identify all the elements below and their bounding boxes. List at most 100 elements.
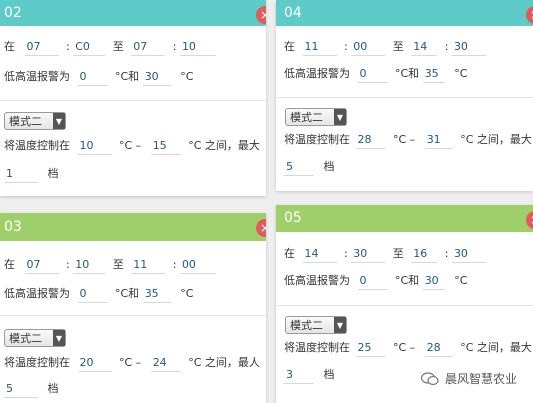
card-03: 03 × 在 07 : 10 至 11 : 00 低高温报警为 0 °C和 35… — [0, 213, 266, 403]
gear-input[interactable]: 1 — [4, 165, 38, 183]
card-title: 04 — [284, 5, 302, 21]
end-hour-input[interactable]: 14 — [411, 38, 438, 56]
alarm-row: 低高温报警为 0 °C和 30 °C — [4, 67, 266, 87]
close-icon[interactable]: × — [256, 219, 266, 237]
temp-low-input[interactable]: 28 — [355, 131, 386, 149]
card-04: 04 × 在 11 : 00 至 14 : 30 低高温报警为 0 °C和 35… — [276, 0, 533, 191]
label-colon: : — [66, 40, 70, 53]
card-header: 05 × — [276, 205, 533, 232]
start-minute-input[interactable]: C0 — [73, 38, 106, 56]
start-hour-input[interactable]: 07 — [24, 38, 59, 56]
card-title: 03 — [4, 219, 22, 235]
divider — [276, 97, 533, 98]
control-label: 将温度控制在 — [4, 139, 70, 152]
gear-unit-label: 档 — [47, 167, 59, 180]
temp-low-input[interactable]: 10 — [77, 137, 112, 155]
control-label: 将温度控制在 — [4, 356, 70, 369]
close-icon[interactable]: × — [256, 6, 266, 24]
close-icon[interactable]: × — [526, 6, 533, 24]
mode-select-value: 模式二 — [290, 319, 323, 332]
temp-high-input[interactable]: 31 — [424, 131, 453, 149]
card-header: 02 × — [0, 0, 266, 26]
alarm-low-input[interactable]: 0 — [77, 285, 108, 303]
gear-row: 5 档 — [4, 379, 266, 399]
gear-unit-label: 档 — [323, 368, 335, 381]
card-header: 04 × — [276, 0, 533, 26]
mode-select[interactable]: 模式二 ▼ — [4, 329, 66, 347]
celsius-dash-label: °C – — [393, 341, 416, 354]
mode-select[interactable]: 模式二 ▼ — [4, 112, 66, 130]
between-max-label: °C 之间，最人 — [188, 356, 260, 369]
celsius-label: °C — [180, 70, 194, 83]
alarm-label: 低高温报警为 — [284, 67, 350, 80]
end-minute-input[interactable]: 30 — [451, 38, 486, 56]
temp-low-input[interactable]: 20 — [77, 354, 112, 372]
gear-input[interactable]: 5 — [284, 158, 314, 176]
temp-high-input[interactable]: 24 — [150, 354, 181, 372]
start-minute-input[interactable]: 30 — [351, 245, 386, 263]
gear-row: 5 档 — [284, 157, 533, 177]
watermark: 晨风智慧农业 — [420, 370, 517, 387]
label-at: 在 — [4, 258, 15, 271]
mode-select[interactable]: 模式二 ▼ — [285, 316, 347, 334]
watermark-text: 晨风智慧农业 — [444, 372, 517, 386]
control-row: 将温度控制在 10 °C – 15 °C 之间，最大 — [4, 136, 266, 156]
card-title: 05 — [284, 210, 302, 226]
time-range-row: 在 11 : 00 至 14 : 30 — [284, 37, 533, 57]
gear-input[interactable]: 5 — [4, 380, 38, 398]
label-colon: : — [172, 258, 177, 271]
chevron-down-icon: ▼ — [53, 113, 65, 129]
celsius-and-label: °C和 — [115, 287, 140, 300]
temp-low-input[interactable]: 25 — [355, 339, 386, 357]
control-label: 将温度控制在 — [284, 133, 350, 146]
alarm-high-input[interactable]: 30 — [422, 272, 445, 290]
label-colon: : — [66, 258, 70, 271]
alarm-low-input[interactable]: 0 — [357, 65, 388, 83]
label-colon: : — [344, 40, 348, 53]
control-row: 将温度控制在 25 °C – 28 °C 之间，最大 — [284, 338, 533, 358]
alarm-low-input[interactable]: 0 — [77, 68, 108, 86]
start-hour-input[interactable]: 07 — [24, 256, 59, 274]
card-header: 03 × — [0, 213, 266, 241]
alarm-high-input[interactable]: 30 — [142, 68, 171, 86]
label-to: 至 — [112, 40, 124, 53]
label-at: 在 — [4, 40, 15, 53]
celsius-label: °C — [180, 287, 194, 300]
mode-select-value: 模式二 — [9, 332, 42, 345]
end-hour-input[interactable]: 16 — [411, 245, 438, 263]
alarm-high-input[interactable]: 35 — [142, 285, 171, 303]
celsius-and-label: °C和 — [395, 67, 420, 80]
end-hour-input[interactable]: 11 — [131, 256, 166, 274]
mode-select[interactable]: 模式二 ▼ — [285, 108, 347, 126]
alarm-row: 低高温报警为 0 °C和 35 °C — [4, 284, 266, 304]
alarm-high-input[interactable]: 35 — [422, 65, 445, 83]
alarm-label: 低高温报警为 — [4, 70, 70, 83]
wechat-icon — [420, 371, 439, 386]
mode-select-value: 模式二 — [9, 115, 42, 128]
gear-input[interactable]: 3 — [284, 366, 314, 384]
label-colon: : — [444, 247, 449, 260]
end-minute-input[interactable]: 30 — [451, 245, 486, 263]
label-to: 至 — [112, 258, 124, 271]
start-minute-input[interactable]: 00 — [351, 38, 386, 56]
celsius-and-label: °C和 — [115, 70, 140, 83]
celsius-label: °C — [454, 274, 468, 287]
close-icon[interactable]: × — [526, 211, 533, 229]
chevron-down-icon: ▼ — [334, 317, 346, 333]
start-minute-input[interactable]: 10 — [73, 256, 106, 274]
start-hour-input[interactable]: 14 — [302, 245, 337, 263]
label-colon: : — [444, 40, 449, 53]
celsius-dash-label: °C – — [393, 133, 416, 146]
chevron-down-icon: ▼ — [53, 330, 65, 346]
time-range-row: 在 07 : 10 至 11 : 00 — [4, 255, 266, 275]
end-minute-input[interactable]: 10 — [179, 38, 216, 56]
start-hour-input[interactable]: 11 — [302, 38, 337, 56]
temp-high-input[interactable]: 15 — [150, 137, 181, 155]
celsius-dash-label: °C – — [119, 139, 142, 152]
label-at: 在 — [284, 247, 295, 260]
end-hour-input[interactable]: 07 — [131, 38, 166, 56]
temp-high-input[interactable]: 28 — [424, 339, 453, 357]
celsius-dash-label: °C – — [119, 356, 142, 369]
end-minute-input[interactable]: 00 — [179, 256, 216, 274]
alarm-low-input[interactable]: 0 — [357, 272, 388, 290]
